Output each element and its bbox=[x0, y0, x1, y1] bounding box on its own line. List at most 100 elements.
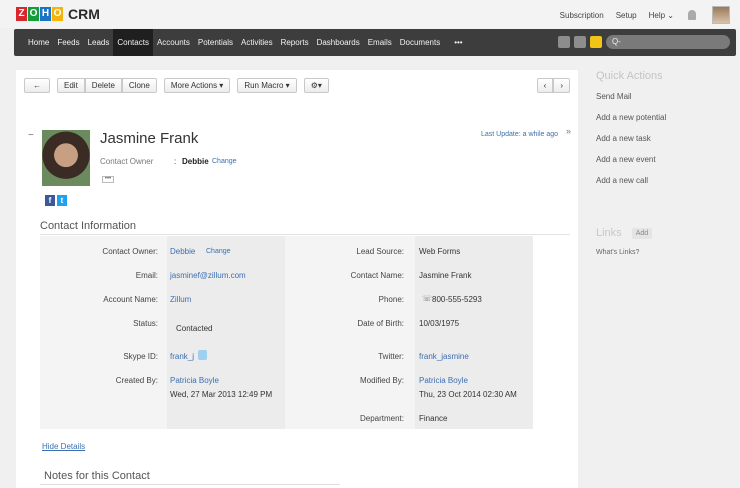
status-value: Contacted bbox=[176, 324, 213, 333]
change-owner-link[interactable]: Change bbox=[212, 158, 237, 165]
top-links: Subscription Setup Help ⌄ bbox=[548, 6, 730, 24]
quick-action-add-event[interactable]: Add a new event bbox=[596, 155, 736, 164]
zoho-logo-mark: Z O H O bbox=[16, 7, 64, 21]
logo-letter: O bbox=[52, 7, 63, 21]
field-label: Account Name: bbox=[103, 295, 158, 304]
nav-home[interactable]: Home bbox=[24, 29, 53, 56]
nav-feeds[interactable]: Feeds bbox=[53, 29, 83, 56]
twitter-value[interactable]: frank_jasmine bbox=[419, 352, 469, 361]
field-label: Created By: bbox=[115, 376, 158, 385]
help-menu[interactable]: Help ⌄ bbox=[649, 11, 674, 20]
nav-more[interactable]: ••• bbox=[450, 29, 466, 56]
delete-button[interactable]: Delete bbox=[84, 78, 122, 93]
field-label: Phone: bbox=[378, 295, 404, 304]
whats-links-link[interactable]: What's Links? bbox=[596, 249, 639, 256]
email-value[interactable]: jasminef@zillum.com bbox=[170, 271, 246, 280]
main-nav: Home Feeds Leads Contacts Accounts Poten… bbox=[14, 29, 736, 56]
nav-leads[interactable]: Leads bbox=[84, 29, 114, 56]
nav-emails[interactable]: Emails bbox=[364, 29, 396, 56]
edit-button[interactable]: Edit bbox=[57, 78, 85, 93]
department-value: Finance bbox=[419, 414, 448, 423]
setup-link[interactable]: Setup bbox=[616, 11, 637, 20]
subscription-link[interactable]: Subscription bbox=[560, 11, 604, 20]
change-owner-field-link[interactable]: Change bbox=[206, 248, 231, 255]
owner-colon: : bbox=[174, 157, 177, 166]
record-pager: ‹ › bbox=[536, 78, 570, 93]
contact-details-table: Contact Owner: Debbie Change Email: jasm… bbox=[40, 236, 533, 429]
nav-reports[interactable]: Reports bbox=[277, 29, 313, 56]
bell-icon[interactable] bbox=[688, 10, 696, 20]
created-by-value[interactable]: Patricia Boyle bbox=[170, 376, 219, 385]
field-label: Twitter: bbox=[378, 352, 404, 361]
dob-value: 10/03/1975 bbox=[419, 319, 460, 328]
logo-letter: Z bbox=[16, 7, 27, 21]
quick-action-send-mail[interactable]: Send Mail bbox=[596, 92, 736, 101]
quick-action-add-potential[interactable]: Add a new potential bbox=[596, 113, 736, 122]
modified-date: Thu, 23 Oct 2014 02:30 AM bbox=[419, 390, 517, 399]
top-header: Z O H O CRM Subscription Setup Help ⌄ bbox=[0, 0, 740, 28]
hide-details-link[interactable]: Hide Details bbox=[42, 442, 85, 451]
field-label: Modified By: bbox=[359, 376, 404, 385]
collapse-toggle[interactable]: − bbox=[28, 130, 34, 141]
nav-contacts[interactable]: Contacts bbox=[113, 29, 153, 56]
run-macro-button[interactable]: Run Macro ▾ bbox=[237, 78, 297, 93]
previous-record-button[interactable]: ‹ bbox=[536, 78, 554, 93]
contact-owner-field[interactable]: Debbie bbox=[170, 247, 195, 256]
field-label: Lead Source: bbox=[356, 247, 404, 256]
field-label: Contact Owner: bbox=[102, 247, 158, 256]
more-actions-button[interactable]: More Actions ▾ bbox=[163, 78, 231, 93]
add-link-button[interactable]: Add bbox=[631, 227, 653, 239]
account-name-value[interactable]: Zillum bbox=[170, 295, 191, 304]
phone-icon[interactable]: ☏ bbox=[422, 294, 432, 303]
quick-action-add-call[interactable]: Add a new call bbox=[596, 176, 736, 185]
phone-value[interactable]: 800-555-5293 bbox=[432, 295, 482, 304]
nav-activities[interactable]: Activities bbox=[237, 29, 277, 56]
right-values-column bbox=[415, 236, 533, 429]
user-avatar[interactable] bbox=[712, 6, 730, 24]
notes-section-title: Notes for this Contact bbox=[44, 470, 150, 482]
contact-detail-panel: ← Edit Delete Clone More Actions ▾ Run M… bbox=[16, 70, 578, 488]
expand-panel-icon[interactable]: » bbox=[566, 126, 571, 136]
twitter-icon[interactable]: t bbox=[57, 195, 67, 206]
field-label: Contact Name: bbox=[350, 271, 404, 280]
links-header: Links Add bbox=[596, 227, 653, 239]
nav-dashboards[interactable]: Dashboards bbox=[313, 29, 364, 56]
nav-documents[interactable]: Documents bbox=[396, 29, 444, 56]
logo-letter: O bbox=[28, 7, 39, 21]
calendar-icon[interactable] bbox=[574, 36, 586, 48]
zoho-crm-logo[interactable]: Z O H O CRM bbox=[16, 6, 100, 22]
links-title: Links bbox=[596, 227, 622, 239]
field-label: Skype ID: bbox=[123, 352, 158, 361]
contact-name-value: Jasmine Frank bbox=[419, 271, 472, 280]
created-date: Wed, 27 Mar 2013 12:49 PM bbox=[170, 390, 273, 399]
field-label: Date of Birth: bbox=[357, 319, 404, 328]
facebook-icon[interactable]: f bbox=[45, 195, 55, 206]
modified-by-value[interactable]: Patricia Boyle bbox=[419, 376, 468, 385]
field-label: Department: bbox=[359, 414, 404, 423]
back-button[interactable]: ← bbox=[24, 78, 50, 93]
clone-button[interactable]: Clone bbox=[121, 78, 157, 93]
settings-button[interactable]: ⚙▾ bbox=[303, 78, 329, 93]
quick-action-add-task[interactable]: Add a new task bbox=[596, 134, 736, 143]
notes-icon[interactable] bbox=[590, 36, 602, 48]
next-record-button[interactable]: › bbox=[553, 78, 570, 93]
section-divider bbox=[40, 234, 570, 235]
contact-owner-label: Contact Owner bbox=[100, 157, 154, 166]
last-update-link[interactable]: Last Update: a while ago bbox=[481, 131, 558, 138]
nav-potentials[interactable]: Potentials bbox=[194, 29, 237, 56]
section-title: Contact Information bbox=[40, 220, 136, 232]
notes-divider bbox=[40, 484, 340, 485]
product-name: CRM bbox=[68, 6, 100, 22]
logo-letter: H bbox=[40, 7, 51, 21]
contact-name: Jasmine Frank bbox=[100, 130, 199, 147]
skype-value[interactable]: frank_j bbox=[170, 352, 194, 361]
record-toolbar: ← Edit Delete Clone More Actions ▾ Run M… bbox=[24, 78, 336, 93]
add-icon[interactable] bbox=[558, 36, 570, 48]
skype-icon[interactable] bbox=[198, 350, 207, 360]
contact-photo bbox=[42, 130, 90, 186]
social-links: f t bbox=[45, 195, 69, 206]
more-options-button[interactable]: ••• bbox=[102, 176, 114, 183]
lead-source-value: Web Forms bbox=[419, 247, 461, 256]
nav-accounts[interactable]: Accounts bbox=[153, 29, 194, 56]
search-input[interactable]: Q- bbox=[606, 35, 730, 49]
